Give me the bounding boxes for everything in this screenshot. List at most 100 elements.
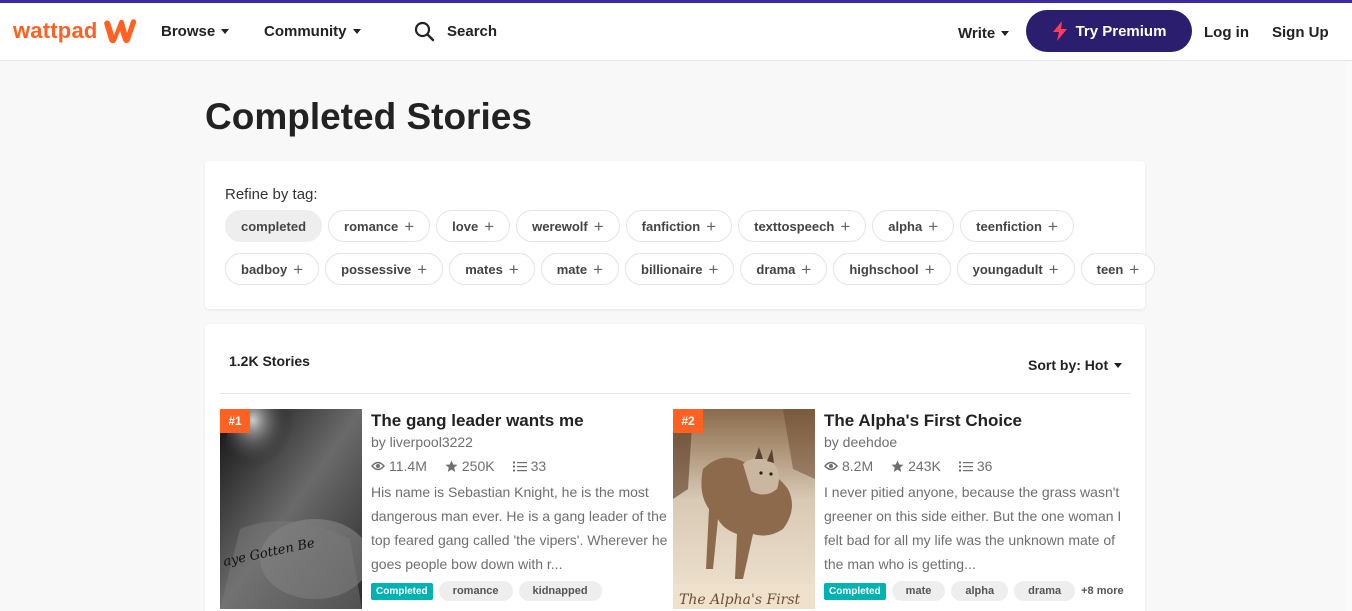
tag-filter-drama[interactable]: drama + bbox=[740, 253, 828, 285]
completed-badge: Completed bbox=[371, 582, 433, 600]
chevron-down-icon bbox=[352, 29, 361, 34]
sort-label: Sort by: Hot bbox=[1028, 357, 1109, 373]
votes-count: 243K bbox=[908, 458, 941, 474]
wattpad-w-icon bbox=[103, 19, 136, 44]
tag-label: alpha bbox=[888, 218, 923, 234]
plus-icon: + bbox=[293, 259, 304, 279]
story-description: I never pitied anyone, because the grass… bbox=[824, 484, 1122, 572]
tag-filter-werewolf[interactable]: werewolf + bbox=[516, 210, 620, 242]
browse-menu[interactable]: Browse bbox=[161, 23, 230, 40]
tag-label: fanfiction bbox=[641, 218, 701, 234]
tag-filter-fanfiction[interactable]: fanfiction + bbox=[625, 210, 733, 242]
tag-filter-mates[interactable]: mates + bbox=[449, 253, 535, 285]
tag-filter-highschool[interactable]: highschool + bbox=[833, 253, 951, 285]
write-label: Write bbox=[958, 25, 996, 42]
try-premium-button[interactable]: Try Premium bbox=[1026, 10, 1192, 52]
story-tag[interactable]: kidnapped bbox=[518, 581, 602, 601]
tag-filter-completed[interactable]: completed bbox=[225, 210, 323, 242]
tag-label: werewolf bbox=[532, 218, 588, 234]
login-link[interactable]: Log in bbox=[1204, 24, 1249, 41]
eye-icon bbox=[371, 461, 385, 471]
plus-icon: + bbox=[706, 216, 717, 236]
chevron-down-icon bbox=[221, 29, 230, 34]
plus-icon: + bbox=[928, 216, 939, 236]
list-icon bbox=[512, 461, 527, 471]
parts-count: 33 bbox=[530, 458, 547, 474]
tag-filter-teen[interactable]: teen + bbox=[1080, 253, 1156, 285]
plus-icon: + bbox=[1048, 259, 1059, 279]
tag-filter-texttospeech[interactable]: texttospeech + bbox=[738, 210, 867, 242]
tag-filter-love[interactable]: love + bbox=[436, 210, 511, 242]
story-stats: 8.2M 243K 36 bbox=[824, 458, 1124, 474]
parts-stat: 36 bbox=[958, 458, 992, 474]
chevron-down-icon bbox=[1114, 362, 1123, 368]
tag-filter-possessive[interactable]: possessive + bbox=[325, 253, 444, 285]
write-menu[interactable]: Write bbox=[958, 25, 1010, 42]
reads-stat: 11.4M bbox=[371, 458, 427, 474]
top-navbar: wattpad Browse Community Search Write Tr… bbox=[0, 3, 1352, 61]
plus-icon: + bbox=[1047, 216, 1058, 236]
tag-filter-romance[interactable]: romance + bbox=[328, 210, 431, 242]
story-author[interactable]: by liverpool3222 bbox=[371, 434, 671, 450]
wattpad-logo[interactable]: wattpad bbox=[13, 17, 138, 45]
page-scrollbar[interactable] bbox=[1347, 61, 1352, 611]
tag-label: mate bbox=[556, 261, 588, 277]
community-label: Community bbox=[264, 23, 347, 40]
story-tag[interactable]: drama bbox=[1014, 581, 1076, 601]
story-tag[interactable]: alpha bbox=[951, 581, 1009, 601]
chevron-down-icon bbox=[1001, 31, 1010, 36]
refine-tags-card: Refine by tag: completed romance + love + wer… bbox=[205, 161, 1156, 309]
tag-label: highschool bbox=[849, 261, 919, 277]
story-info: The gang leader wants me by liverpool322… bbox=[371, 409, 671, 601]
tag-filter-badboy[interactable]: badboy + bbox=[225, 253, 320, 285]
tag-label: teen bbox=[1096, 261, 1124, 277]
completed-badge: Completed bbox=[824, 582, 886, 600]
story-title[interactable]: The gang leader wants me bbox=[371, 411, 671, 431]
plus-icon: + bbox=[593, 259, 604, 279]
story-info: The Alpha's First Choice by deehdoe 8.2M… bbox=[824, 409, 1124, 601]
tag-label: badboy bbox=[241, 261, 288, 277]
story-count: 1.2K Stories bbox=[229, 353, 310, 369]
story-author[interactable]: by deehdoe bbox=[824, 434, 1124, 450]
story-tag[interactable]: mate bbox=[891, 581, 946, 601]
logo-text: wattpad bbox=[13, 18, 98, 43]
story-description: His name is Sebastian Knight, he is the … bbox=[371, 484, 668, 572]
more-tags-link[interactable]: +8 more bbox=[1081, 585, 1124, 597]
sort-dropdown[interactable]: Sort by: Hot bbox=[1028, 357, 1123, 373]
plus-icon: + bbox=[417, 259, 428, 279]
tag-label: possessive bbox=[341, 261, 412, 277]
tag-label: billionaire bbox=[641, 261, 703, 277]
tag-label: youngadult bbox=[972, 261, 1043, 277]
tag-label: drama bbox=[756, 261, 796, 277]
plus-icon: + bbox=[801, 259, 812, 279]
tag-filter-youngadult[interactable]: youngadult + bbox=[956, 253, 1075, 285]
rank-badge: #2 bbox=[673, 409, 703, 433]
tag-filter-alpha[interactable]: alpha + bbox=[872, 210, 955, 242]
tag-label: romance bbox=[344, 218, 399, 234]
cover-art-wolf: The Alpha's First bbox=[673, 409, 815, 609]
community-menu[interactable]: Community bbox=[264, 23, 361, 40]
tag-filter-teenfiction[interactable]: teenfiction + bbox=[960, 210, 1074, 242]
tag-row-2: badboy + possessive + mates + mate + billionaire… bbox=[225, 253, 1156, 285]
tag-filter-billionaire[interactable]: billionaire + bbox=[625, 253, 735, 285]
story-cover-image[interactable]: aye Gotten Be #1 bbox=[220, 409, 362, 609]
search-icon bbox=[414, 21, 435, 42]
tag-row-1: completed romance + love + werewolf + fanfictio… bbox=[225, 210, 1074, 242]
signup-link[interactable]: Sign Up bbox=[1272, 24, 1329, 41]
star-icon bbox=[445, 460, 458, 472]
plus-icon: + bbox=[484, 216, 495, 236]
rank-badge: #1 bbox=[220, 409, 250, 433]
parts-stat: 33 bbox=[512, 458, 547, 474]
tag-label: completed bbox=[241, 218, 307, 234]
plus-icon: + bbox=[593, 216, 604, 236]
reads-count: 11.4M bbox=[389, 458, 427, 474]
reads-count: 8.2M bbox=[842, 458, 874, 474]
refine-label: Refine by tag: bbox=[225, 186, 318, 203]
story-title[interactable]: The Alpha's First Choice bbox=[824, 411, 1124, 431]
search-field[interactable]: Search bbox=[414, 21, 497, 42]
cover-art-man: aye Gotten Be bbox=[220, 409, 362, 609]
story-results-card: 1.2K Stories Sort by: Hot aye Gotten Be … bbox=[205, 324, 1145, 611]
story-cover-image[interactable]: The Alpha's First #2 bbox=[673, 409, 815, 609]
story-tag[interactable]: romance bbox=[438, 581, 513, 601]
tag-filter-mate[interactable]: mate + bbox=[540, 253, 620, 285]
